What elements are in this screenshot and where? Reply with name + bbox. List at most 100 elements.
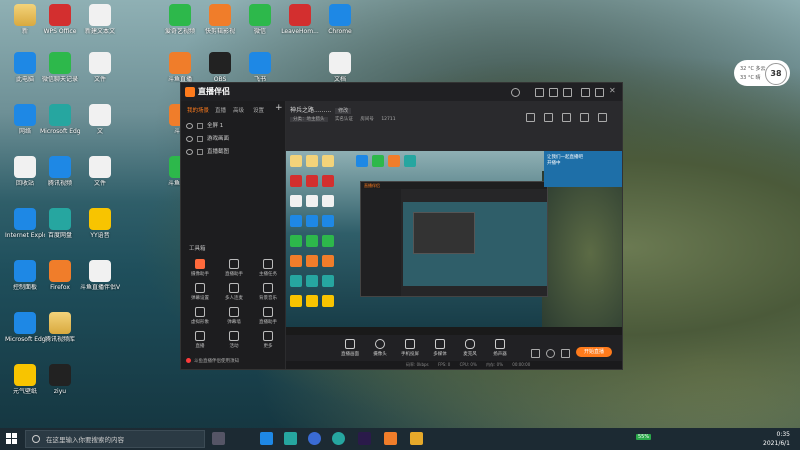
desktop-icon[interactable]: 控制面板 (5, 260, 45, 291)
lock-icon[interactable] (197, 122, 203, 129)
skin-icon[interactable] (549, 88, 558, 97)
gear-icon[interactable] (561, 349, 570, 358)
edge-icon[interactable] (284, 432, 297, 445)
tool-item[interactable]: 弹幕墙 (221, 307, 247, 325)
desktop-icon[interactable]: 新 (5, 4, 45, 35)
record-icon[interactable] (531, 349, 540, 358)
minimize-icon[interactable] (581, 88, 590, 97)
desktop-icon[interactable]: WPS Office (40, 4, 80, 35)
desktop-icon[interactable]: 快剪辑影视 (200, 4, 240, 35)
tool-item[interactable]: 直播 (187, 331, 213, 349)
desktop-icon[interactable]: 飞书 (240, 52, 280, 83)
eye-icon[interactable] (186, 122, 193, 129)
desktop-icon[interactable]: OBS (200, 52, 240, 83)
tool-item[interactable]: 主播任务 (255, 259, 281, 277)
desktop-icon[interactable]: 斗鱼直播 (160, 52, 200, 83)
tab-advanced[interactable]: 高级 (233, 106, 244, 114)
desktop-icon[interactable]: 爱奇艺视频 (160, 4, 200, 35)
taskbar-search[interactable] (25, 430, 205, 448)
scene-item[interactable]: 游戏画面 (186, 134, 281, 144)
desktop-icon[interactable]: Internet Explorer (5, 208, 45, 239)
settings-icon[interactable] (535, 88, 544, 97)
media-button[interactable]: 多媒体 (428, 339, 452, 357)
windows-start-icon[interactable] (6, 433, 18, 445)
start-live-button[interactable]: 开始直播 (576, 347, 612, 357)
scene-item[interactable]: 直播截图 (186, 147, 281, 157)
notification-popup[interactable]: 让我们一起直播吧 开播中 (544, 151, 622, 187)
tool-item[interactable]: 直播助手 (221, 259, 247, 277)
weather-widget[interactable]: 32 °C 多云 33 °C 晴 38 (734, 60, 790, 86)
tool-item[interactable]: 多人连麦 (221, 283, 247, 301)
desktop-icon[interactable]: Microsoft Edge (40, 104, 80, 135)
tool-item[interactable]: 活动 (221, 331, 247, 349)
desktop-icon[interactable]: 元气壁纸 (5, 364, 45, 395)
more-icon[interactable] (598, 113, 607, 122)
desktop-icon[interactable]: 此电脑 (5, 52, 45, 83)
desktop-icon[interactable]: 斗鱼直播伴侣V1.5.2 (80, 260, 120, 291)
clock[interactable]: 0:35 2021/6/1 (763, 430, 790, 448)
browser-icon[interactable] (332, 432, 345, 445)
lock-icon[interactable] (197, 148, 203, 155)
desktop-icon[interactable]: 微信聊天记录 (40, 52, 80, 83)
photoshop-icon[interactable] (358, 432, 371, 445)
tab-settings[interactable]: 设置 (253, 106, 264, 114)
add-scene-icon[interactable]: + (275, 103, 283, 113)
desktop-icon[interactable]: ziyu (40, 364, 80, 395)
file-explorer-icon[interactable] (236, 432, 249, 445)
tab-live[interactable]: 直播 (215, 106, 226, 114)
tool-item[interactable]: 背景音乐 (255, 283, 281, 301)
desktop-icon[interactable]: 文件 (80, 52, 120, 83)
maximize-icon[interactable] (595, 88, 604, 97)
battery-indicator[interactable]: 55% (636, 434, 652, 440)
menu-icon[interactable] (563, 88, 572, 97)
tool-item[interactable]: 更多 (255, 331, 281, 349)
stream-companion-icon[interactable] (410, 432, 423, 445)
camera-button[interactable]: 摄像头 (368, 339, 392, 357)
speaker-button[interactable]: 扬声器 (488, 339, 512, 357)
desktop-icon[interactable]: 新建文本文 (80, 4, 120, 35)
avatar[interactable] (511, 88, 520, 97)
eye-icon[interactable] (186, 148, 193, 155)
app-l-icon[interactable] (308, 432, 321, 445)
tool-item[interactable]: 弹幕设置 (187, 283, 213, 301)
bell-icon[interactable] (580, 113, 589, 122)
task-view-icon[interactable] (212, 432, 225, 445)
share-icon[interactable] (526, 113, 535, 122)
scene-item[interactable]: 全屏 1 (186, 121, 281, 131)
eye-icon[interactable] (546, 349, 555, 358)
desktop-icon[interactable]: 网络 (5, 104, 45, 135)
tool-item[interactable]: 摄像助手 (187, 259, 213, 277)
screen-capture-button[interactable]: 直播画面 (338, 339, 362, 357)
eye-icon[interactable] (186, 135, 193, 142)
desktop-icon[interactable]: 文档 (320, 52, 360, 83)
search-input[interactable] (44, 433, 198, 447)
warning-notice[interactable]: 斗鱼直播伴侣使用须知 (186, 358, 239, 364)
desktop-icon[interactable]: LeaveHom... (280, 4, 320, 35)
desktop-icon[interactable]: Chrome (320, 4, 360, 35)
record-icon[interactable] (562, 113, 571, 122)
douyu-icon[interactable] (384, 432, 397, 445)
desktop-icon[interactable]: 百度网盘 (40, 208, 80, 239)
desktop-icon[interactable]: 文件 (80, 156, 120, 187)
desktop-icon[interactable]: Microsoft Edge (5, 312, 45, 343)
tab-scenes[interactable]: 我的场景 (187, 106, 209, 114)
close-icon[interactable]: ✕ (609, 86, 616, 95)
edit-room-button[interactable]: 修改 (335, 108, 352, 114)
desktop-icon[interactable]: 文 (80, 104, 120, 135)
desktop-icon[interactable]: Firefox (40, 260, 80, 291)
desktop-icon[interactable]: 回收站 (5, 156, 45, 187)
desktop-icon[interactable]: YY语音 (80, 208, 120, 239)
mic-button[interactable]: 麦克风 (458, 339, 482, 357)
speaker-icon (495, 339, 505, 349)
lock-icon[interactable] (197, 135, 203, 142)
desktop-icon[interactable]: 腾讯视频库 (40, 312, 80, 343)
tool-item[interactable]: 直播助手 (255, 307, 281, 325)
stream-preview[interactable]: 直播伴侣 让我们一起直播吧 开播中 (286, 151, 622, 335)
lock-icon[interactable] (544, 113, 553, 122)
room-category[interactable]: 分类：地主猎头 (290, 117, 328, 122)
desktop-icon[interactable]: 微信 (240, 4, 280, 35)
tool-item[interactable]: 虚拟形象 (187, 307, 213, 325)
desktop-icon[interactable]: 腾讯视频 (40, 156, 80, 187)
mail-icon[interactable] (260, 432, 273, 445)
phone-cast-button[interactable]: 手机投屏 (398, 339, 422, 357)
